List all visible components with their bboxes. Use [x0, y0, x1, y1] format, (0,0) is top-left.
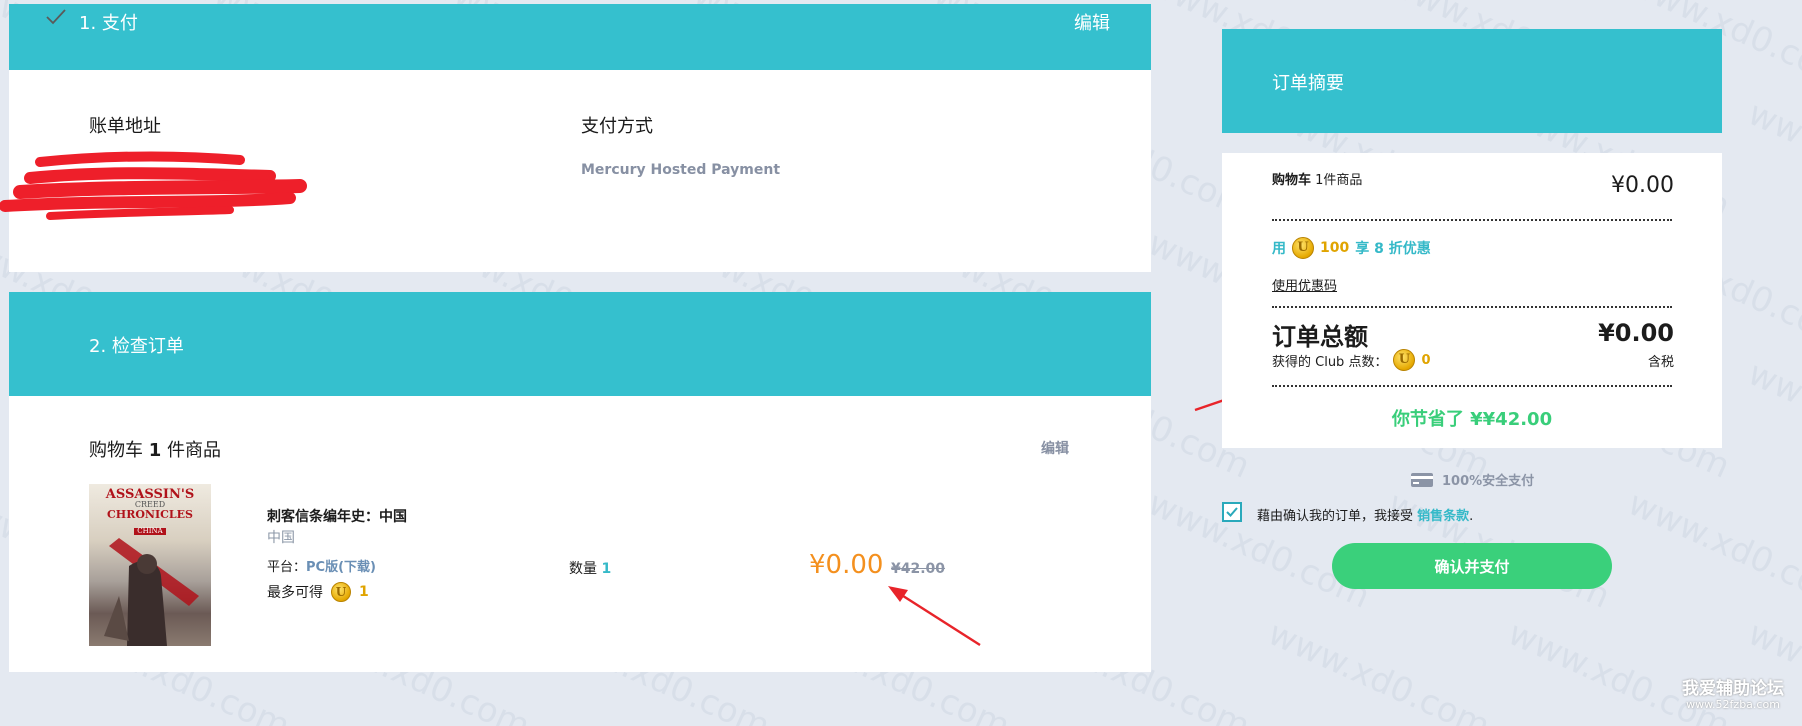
promo-points: 100	[1320, 240, 1350, 256]
order-total-value: ¥0.00	[1598, 319, 1674, 347]
terms-prefix: 藉由确认我的订单，我接受	[1257, 509, 1414, 524]
club-discount-promo[interactable]: 用 U 100 享 8 折优惠	[1272, 237, 1431, 259]
site-watermark-line2: www.52fzba.com	[1686, 697, 1780, 711]
terms-checkbox[interactable]	[1222, 502, 1242, 522]
site-watermark-line1: 我爱辅助论坛	[1682, 679, 1784, 699]
summary-cart-total: ¥0.00	[1611, 173, 1674, 198]
order-summary-header: 订单摘要	[1222, 29, 1722, 133]
summary-cart-prefix: 购物车	[1272, 173, 1312, 188]
club-coin-icon: U	[1393, 349, 1416, 371]
club-points-label: 获得的 Club 点数：	[1272, 354, 1388, 370]
secure-payment-text: 100%安全支付	[1442, 474, 1535, 489]
credit-card-icon	[1411, 472, 1433, 487]
secure-payment-badge: 100%安全支付	[1410, 470, 1534, 489]
summary-cart-count: 1件商品	[1315, 173, 1363, 188]
savings-text: 你节省了 ¥¥42.00	[1391, 409, 1553, 430]
tax-included-label: 含税	[1647, 355, 1674, 370]
order-total-label: 订单总额	[1272, 323, 1368, 351]
order-summary-body: 购物车 1件商品 ¥0.00 用 U 100 享 8 折优惠 使用优惠码 订单总…	[1222, 153, 1722, 448]
confirm-and-pay-button[interactable]: 确认并支付	[1332, 543, 1612, 589]
club-points-earned: 获得的 Club 点数： U 0	[1272, 349, 1431, 371]
club-coin-icon: U	[1292, 237, 1314, 259]
summary-divider	[1272, 306, 1672, 308]
promo-text: 享 8 折优惠	[1355, 241, 1431, 257]
coupon-code-link[interactable]: 使用优惠码	[1272, 275, 1337, 294]
club-points-value: 0	[1421, 352, 1431, 368]
order-summary-title: 订单摘要	[1272, 73, 1344, 94]
terms-text: 藉由确认我的订单，我接受 销售条款.	[1257, 505, 1473, 524]
site-watermark: 我爱辅助论坛 www.52fzba.com	[1682, 680, 1784, 711]
summary-cart-label: 购物车 1件商品	[1272, 169, 1362, 188]
checkmark-icon	[1226, 507, 1238, 517]
terms-suffix: .	[1469, 509, 1474, 524]
summary-divider	[1272, 219, 1672, 221]
promo-use-text: 用	[1272, 241, 1286, 257]
terms-of-sale-link[interactable]: 销售条款	[1417, 509, 1469, 524]
summary-divider	[1272, 385, 1672, 387]
